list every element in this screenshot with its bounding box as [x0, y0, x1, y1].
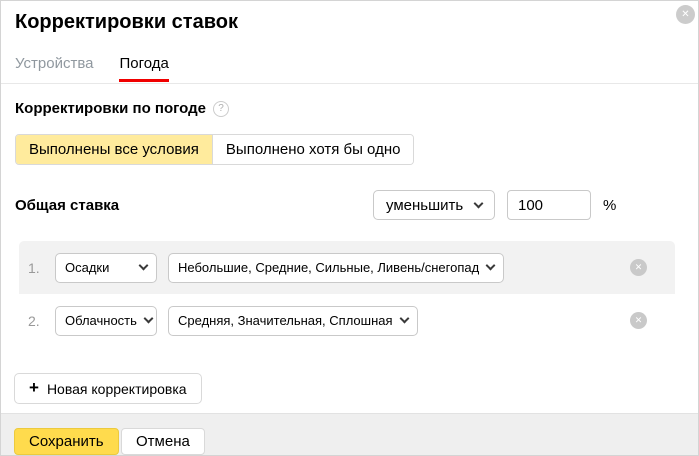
tab-divider: [1, 83, 699, 84]
page-title: Корректировки ставок: [15, 11, 238, 34]
tab-weather[interactable]: Погода: [119, 55, 168, 82]
chevron-down-icon: [486, 261, 496, 271]
condition-values-select[interactable]: Средняя, Значительная, Сплошная: [168, 306, 418, 336]
bid-adjustments-dialog: Корректировки ставок ✕ Устройства Погода…: [0, 0, 699, 456]
bid-value-input[interactable]: [507, 190, 591, 220]
remove-condition-icon[interactable]: ✕: [630, 259, 647, 276]
condition-number: 1.: [28, 260, 48, 276]
chevron-down-icon: [474, 198, 484, 208]
condition-row: 1. Осадки Небольшие, Средние, Сильные, Л…: [19, 241, 675, 294]
bid-direction-value: уменьшить: [386, 197, 463, 214]
condition-values-select[interactable]: Небольшие, Средние, Сильные, Ливень/снег…: [168, 253, 504, 283]
save-button[interactable]: Сохранить: [14, 428, 119, 455]
weather-section-title: Корректировки по погоде: [15, 100, 206, 117]
bid-label: Общая ставка: [15, 197, 119, 214]
remove-condition-icon[interactable]: ✕: [630, 312, 647, 329]
condition-parameter-select[interactable]: Осадки: [55, 253, 157, 283]
tab-devices[interactable]: Устройства: [15, 55, 93, 82]
condition-values-text: Средняя, Значительная, Сплошная: [178, 313, 393, 328]
toggle-all-conditions[interactable]: Выполнены все условия: [16, 135, 212, 164]
condition-parameter-value: Осадки: [65, 260, 109, 275]
bid-direction-select[interactable]: уменьшить: [373, 190, 495, 220]
match-mode-toggle: Выполнены все условия Выполнено хотя бы …: [15, 134, 414, 165]
chevron-down-icon: [143, 314, 153, 324]
condition-parameter-value: Облачность: [65, 313, 137, 328]
bid-unit-label: %: [603, 197, 616, 214]
toggle-any-condition[interactable]: Выполнено хотя бы одно: [212, 135, 414, 164]
condition-values-text: Небольшие, Средние, Сильные, Ливень/снег…: [178, 260, 479, 275]
condition-row: 2. Облачность Средняя, Значительная, Спл…: [19, 294, 675, 347]
tab-bar: Устройства Погода: [15, 55, 169, 82]
conditions-list: 1. Осадки Небольшие, Средние, Сильные, Л…: [19, 241, 675, 347]
cancel-button[interactable]: Отмена: [121, 428, 205, 455]
add-adjustment-button[interactable]: + Новая корректировка: [14, 373, 202, 404]
plus-icon: +: [29, 379, 39, 396]
dialog-footer: Сохранить Отмена: [1, 413, 699, 456]
condition-parameter-select[interactable]: Облачность: [55, 306, 157, 336]
condition-number: 2.: [28, 313, 48, 329]
help-icon[interactable]: ?: [213, 101, 229, 117]
close-icon[interactable]: ✕: [676, 5, 695, 24]
add-adjustment-label: Новая корректировка: [47, 381, 187, 397]
weather-section-heading: Корректировки по погоде ?: [15, 100, 229, 117]
chevron-down-icon: [399, 314, 409, 324]
chevron-down-icon: [139, 261, 149, 271]
